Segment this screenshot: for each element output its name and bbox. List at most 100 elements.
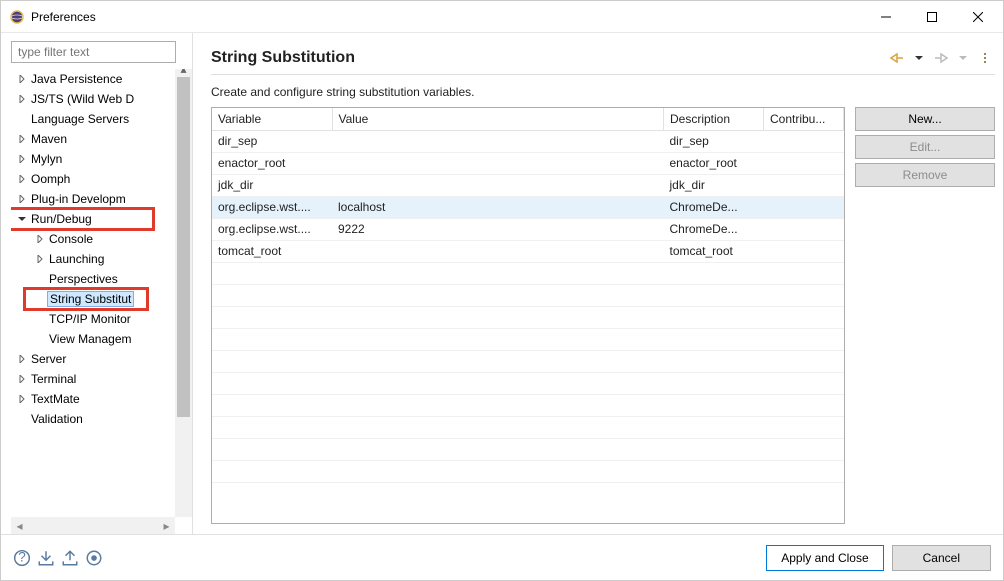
chevron-right-icon[interactable] (33, 235, 47, 243)
scrollbar-thumb[interactable] (177, 77, 190, 417)
vertical-scrollbar[interactable]: ▴ (175, 69, 192, 517)
sidebar: Java Persistence JS/TS (Wild Web D Languag… (1, 33, 193, 534)
sidebar-item-js-ts-wild-web-d[interactable]: JS/TS (Wild Web D (11, 89, 192, 109)
sidebar-item-textmate[interactable]: TextMate (11, 389, 192, 409)
table-row-empty (212, 372, 844, 394)
cell-description: dir_sep (664, 130, 764, 152)
sidebar-item-java-persistence[interactable]: Java Persistence (11, 69, 192, 89)
horizontal-scrollbar[interactable]: ◂ ▸ (11, 517, 175, 534)
chevron-right-icon[interactable] (15, 155, 29, 163)
table-row-empty (212, 394, 844, 416)
chevron-right-icon[interactable] (15, 75, 29, 83)
table-row-empty (212, 306, 844, 328)
eclipse-app-icon (9, 9, 25, 25)
forward-button[interactable] (931, 48, 951, 68)
cell-variable: org.eclipse.wst.... (212, 196, 332, 218)
highlight-stringsub (23, 287, 149, 311)
chevron-right-icon[interactable] (33, 255, 47, 263)
menu-icon[interactable] (975, 48, 995, 68)
cell-value (332, 240, 664, 262)
sidebar-item-label: Mylyn (29, 151, 64, 167)
forward-dropdown-icon[interactable] (953, 48, 973, 68)
sidebar-item-server[interactable]: Server (11, 349, 192, 369)
close-button[interactable] (955, 2, 1001, 32)
variables-table[interactable]: VariableValueDescriptionContribu... dir_… (211, 107, 845, 524)
cell-value: localhost (332, 196, 664, 218)
sidebar-item-label: Java Persistence (29, 71, 124, 87)
apply-and-close-button[interactable]: Apply and Close (766, 545, 883, 571)
oomph-record-icon[interactable] (85, 549, 103, 567)
scroll-right-icon[interactable]: ▸ (158, 517, 175, 534)
sidebar-item-terminal[interactable]: Terminal (11, 369, 192, 389)
table-row-empty (212, 416, 844, 438)
cell-value (332, 130, 664, 152)
table-row[interactable]: jdk_dirjdk_dir (212, 174, 844, 196)
scroll-left-icon[interactable]: ◂ (11, 517, 28, 534)
chevron-right-icon[interactable] (15, 95, 29, 103)
sidebar-item-view-managem[interactable]: View Managem (11, 329, 192, 349)
window-title: Preferences (31, 10, 863, 24)
cell-contributed (764, 130, 844, 152)
chevron-right-icon[interactable] (15, 175, 29, 183)
sidebar-item-label: Launching (47, 251, 106, 267)
new-button[interactable]: New... (855, 107, 995, 131)
category-tree[interactable]: Java Persistence JS/TS (Wild Web D Languag… (11, 69, 192, 429)
scroll-up-icon[interactable]: ▴ (175, 69, 192, 77)
sidebar-item-label: Oomph (29, 171, 72, 187)
sidebar-item-label: Language Servers (29, 111, 131, 127)
table-row-empty (212, 284, 844, 306)
chevron-right-icon[interactable] (15, 195, 29, 203)
remove-button[interactable]: Remove (855, 163, 995, 187)
sidebar-item-label: Server (29, 351, 68, 367)
cell-contributed (764, 174, 844, 196)
table-row[interactable]: enactor_rootenactor_root (212, 152, 844, 174)
sidebar-item-language-servers[interactable]: Language Servers (11, 109, 192, 129)
cell-contributed (764, 196, 844, 218)
sidebar-item-launching[interactable]: Launching (11, 249, 192, 269)
sidebar-item-console[interactable]: Console (11, 229, 192, 249)
import-icon[interactable] (37, 549, 55, 567)
sidebar-item-mylyn[interactable]: Mylyn (11, 149, 192, 169)
sidebar-item-label: TextMate (29, 391, 82, 407)
sidebar-item-perspectives[interactable]: Perspectives (11, 269, 192, 289)
column-header[interactable]: Contribu... (764, 108, 844, 130)
sidebar-item-tcp-ip-monitor[interactable]: TCP/IP Monitor (11, 309, 192, 329)
sidebar-item-validation[interactable]: Validation (11, 409, 192, 429)
chevron-right-icon[interactable] (15, 375, 29, 383)
table-row[interactable]: dir_sepdir_sep (212, 130, 844, 152)
sidebar-item-label: Maven (29, 131, 69, 147)
filter-input[interactable] (11, 41, 176, 63)
titlebar: Preferences (1, 1, 1003, 33)
sidebar-item-maven[interactable]: Maven (11, 129, 192, 149)
cell-variable: jdk_dir (212, 174, 332, 196)
back-button[interactable] (887, 48, 907, 68)
table-row[interactable]: org.eclipse.wst....9222ChromeDe... (212, 218, 844, 240)
sidebar-item-label: Perspectives (47, 271, 120, 287)
export-icon[interactable] (61, 549, 79, 567)
table-row-empty (212, 350, 844, 372)
maximize-button[interactable] (909, 2, 955, 32)
column-header[interactable]: Description (664, 108, 764, 130)
table-row[interactable]: org.eclipse.wst....localhostChromeDe... (212, 196, 844, 218)
table-row[interactable]: tomcat_roottomcat_root (212, 240, 844, 262)
chevron-right-icon[interactable] (15, 135, 29, 143)
sidebar-item-plug-in-developm[interactable]: Plug-in Developm (11, 189, 192, 209)
sidebar-item-label: TCP/IP Monitor (47, 311, 133, 327)
back-dropdown-icon[interactable] (909, 48, 929, 68)
minimize-button[interactable] (863, 2, 909, 32)
cell-variable: org.eclipse.wst.... (212, 218, 332, 240)
chevron-right-icon[interactable] (15, 355, 29, 363)
sidebar-item-oomph[interactable]: Oomph (11, 169, 192, 189)
column-header[interactable]: Value (332, 108, 664, 130)
cell-description: ChromeDe... (664, 218, 764, 240)
column-header[interactable]: Variable (212, 108, 332, 130)
edit-button[interactable]: Edit... (855, 135, 995, 159)
cell-contributed (764, 240, 844, 262)
cell-value (332, 174, 664, 196)
chevron-right-icon[interactable] (15, 395, 29, 403)
page-description: Create and configure string substitution… (211, 85, 995, 99)
sidebar-item-label: JS/TS (Wild Web D (29, 91, 136, 107)
help-icon[interactable]: ? (13, 549, 31, 567)
cancel-button[interactable]: Cancel (892, 545, 991, 571)
sidebar-item-label: Console (47, 231, 95, 247)
